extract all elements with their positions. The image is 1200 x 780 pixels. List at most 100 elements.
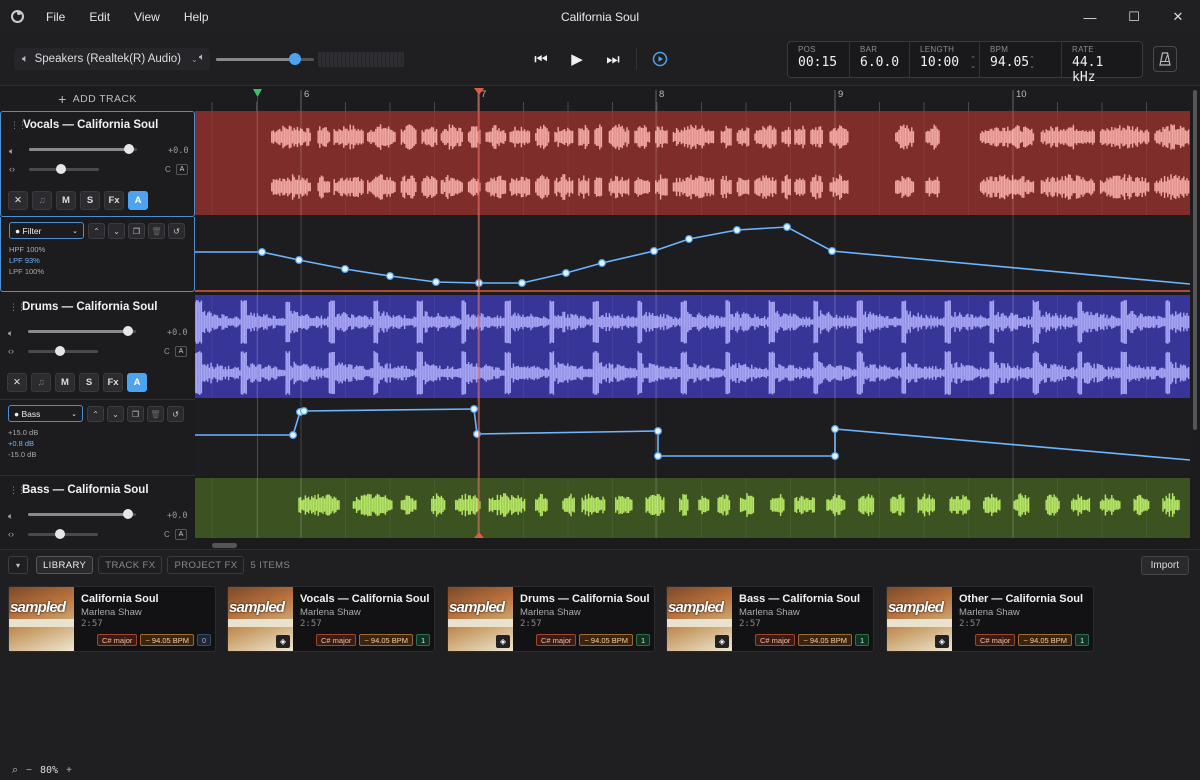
bpm-stepper[interactable]: ⌃ ⌄ bbox=[1029, 56, 1035, 70]
length-stepper[interactable]: ⌃ ⌄ bbox=[970, 56, 976, 70]
vertical-scrollbar-thumb[interactable] bbox=[1193, 90, 1197, 430]
automation-point[interactable] bbox=[432, 278, 441, 287]
automation-point[interactable] bbox=[827, 247, 836, 256]
menu-view[interactable]: View bbox=[122, 10, 172, 24]
bpm-value[interactable]: 94.05 bbox=[990, 55, 1051, 70]
metronome-button[interactable] bbox=[1153, 46, 1177, 72]
zoom-search-icon[interactable]: ⌕ bbox=[12, 764, 18, 777]
automation-point[interactable] bbox=[299, 407, 308, 416]
automation-lane-filter[interactable] bbox=[195, 215, 1190, 293]
track-header-drums[interactable]: ⋮⋮ Drums — California Soul 🔈︎ +0.0 ‹› C … bbox=[0, 294, 195, 400]
instrument-button[interactable]: ♫ bbox=[31, 373, 51, 392]
automation-point[interactable] bbox=[470, 405, 479, 414]
add-track-button[interactable]: + ADD TRACK bbox=[0, 86, 195, 112]
tab-library[interactable]: LIBRARY bbox=[36, 556, 94, 574]
pan-auto-badge[interactable]: A bbox=[176, 164, 188, 175]
library-item-card[interactable]: sampled California Soul Marlena Shaw 2:57 C#… bbox=[8, 586, 216, 652]
track-volume-slider[interactable] bbox=[28, 509, 136, 519]
library-item-card[interactable]: sampled ◈ Bass — California Soul Marlena Sh… bbox=[666, 586, 874, 652]
bpm-field[interactable]: BPM 94.05 ⌃ ⌄ bbox=[980, 42, 1062, 77]
output-device-select[interactable]: 🔈︎ Speakers (Realtek(R) Audio) ⌄ bbox=[14, 48, 210, 70]
track-pan-knob[interactable] bbox=[55, 164, 66, 174]
automation-point[interactable] bbox=[386, 272, 395, 281]
library-item-card[interactable]: sampled ◈ Other — California Soul Marlena S… bbox=[886, 586, 1094, 652]
menu-edit[interactable]: Edit bbox=[77, 10, 122, 24]
tab-track-fx[interactable]: TRACK FX bbox=[98, 556, 163, 574]
play-button[interactable]: ▶︎ bbox=[565, 44, 589, 74]
automation-point[interactable] bbox=[732, 226, 741, 235]
automation-param-select[interactable]: ● Bass ⌄ bbox=[8, 405, 83, 422]
chevron-down-icon[interactable]: ⌄ bbox=[108, 223, 125, 239]
chevron-up-icon[interactable]: ⌃ bbox=[88, 223, 105, 239]
track-pan-slider[interactable] bbox=[28, 529, 98, 539]
track-volume-knob[interactable] bbox=[123, 509, 134, 519]
import-button[interactable]: Import bbox=[1140, 556, 1189, 575]
zoom-out-button[interactable]: − bbox=[26, 765, 32, 776]
menu-help[interactable]: Help bbox=[172, 10, 221, 24]
close-button[interactable]: ✕ bbox=[1156, 0, 1200, 34]
maximize-button[interactable]: ☐ bbox=[1112, 0, 1156, 34]
length-field[interactable]: LENGTH 10:00 ⌃ ⌄ bbox=[910, 42, 980, 77]
automation-point[interactable] bbox=[518, 279, 527, 288]
reset-icon[interactable]: ↺ bbox=[168, 223, 185, 239]
instrument-button[interactable]: ♫ bbox=[32, 191, 52, 210]
timeline-canvas[interactable]: 6 7 8 9 10 bbox=[195, 86, 1190, 549]
clip-drums[interactable] bbox=[195, 295, 1190, 398]
master-volume-knob[interactable] bbox=[289, 53, 302, 65]
automation-point[interactable] bbox=[598, 259, 607, 268]
master-volume-slider[interactable] bbox=[216, 53, 314, 65]
timeline-ruler[interactable]: 6 7 8 9 10 bbox=[195, 86, 1190, 111]
track-volume-knob[interactable] bbox=[124, 144, 135, 154]
fx-button[interactable]: Fx bbox=[104, 191, 124, 210]
pan-auto-badge[interactable]: A bbox=[175, 346, 187, 357]
track-volume-slider[interactable] bbox=[29, 144, 137, 154]
automation-point[interactable] bbox=[341, 265, 350, 274]
remove-track-button[interactable]: ✕ bbox=[8, 191, 28, 210]
track-pan-slider[interactable] bbox=[29, 164, 99, 174]
skip-forward-button[interactable]: ⏭︎ bbox=[601, 44, 625, 74]
minimize-button[interactable]: — bbox=[1068, 0, 1112, 34]
chevron-up-icon[interactable]: ⌃ bbox=[87, 406, 104, 422]
automation-point[interactable] bbox=[288, 431, 297, 440]
solo-button[interactable]: S bbox=[79, 373, 99, 392]
automation-point[interactable] bbox=[257, 248, 266, 257]
track-volume-knob[interactable] bbox=[123, 326, 134, 336]
track-volume-slider[interactable] bbox=[28, 326, 136, 336]
zoom-in-button[interactable]: + bbox=[66, 765, 72, 776]
automation-button[interactable]: A bbox=[128, 191, 148, 210]
library-item-card[interactable]: sampled ◈ Vocals — California Soul Marlena … bbox=[227, 586, 435, 652]
vertical-scrollbar[interactable] bbox=[1190, 86, 1200, 549]
mute-button[interactable]: M bbox=[56, 191, 76, 210]
panel-collapse-button[interactable]: ▾ bbox=[8, 556, 28, 574]
automation-point[interactable] bbox=[562, 269, 571, 278]
automation-point[interactable] bbox=[685, 235, 694, 244]
library-item-card[interactable]: sampled ◈ Drums — California Soul Marlena S… bbox=[447, 586, 655, 652]
mute-button[interactable]: M bbox=[55, 373, 75, 392]
skip-back-button[interactable]: ⏮︎ bbox=[529, 44, 553, 74]
fx-button[interactable]: Fx bbox=[103, 373, 123, 392]
follow-playhead-button[interactable] bbox=[648, 44, 672, 74]
track-header-bass[interactable]: ⋮⋮ Bass — California Soul 🔈︎ +0.0 ‹› C A bbox=[0, 477, 195, 549]
delete-icon[interactable]: 🗑︎ bbox=[147, 406, 164, 422]
track-header-vocals[interactable]: ⋮⋮ Vocals — California Soul 🔈︎ +0.0 ‹› C… bbox=[0, 111, 195, 217]
solo-button[interactable]: S bbox=[80, 191, 100, 210]
menu-file[interactable]: File bbox=[34, 10, 77, 24]
horizontal-scrollbar-thumb[interactable] bbox=[212, 543, 237, 548]
track-pan-knob[interactable] bbox=[54, 529, 65, 539]
clip-bass[interactable] bbox=[195, 478, 1190, 538]
automation-param-select[interactable]: ● Filter ⌄ bbox=[9, 222, 84, 239]
copy-icon[interactable]: ❐ bbox=[127, 406, 144, 422]
delete-icon[interactable]: 🗑︎ bbox=[148, 223, 165, 239]
tab-project-fx[interactable]: PROJECT FX bbox=[167, 556, 245, 574]
automation-button[interactable]: A bbox=[127, 373, 147, 392]
track-pan-knob[interactable] bbox=[54, 346, 65, 356]
automation-lane-bass[interactable] bbox=[195, 398, 1190, 476]
track-pan-slider[interactable] bbox=[28, 346, 98, 356]
chevron-down-icon[interactable]: ⌄ bbox=[107, 406, 124, 422]
timeline-area[interactable]: 6 7 8 9 10 bbox=[195, 86, 1190, 549]
reset-icon[interactable]: ↺ bbox=[167, 406, 184, 422]
copy-icon[interactable]: ❐ bbox=[128, 223, 145, 239]
pan-auto-badge[interactable]: A bbox=[175, 529, 187, 540]
automation-point[interactable] bbox=[782, 223, 791, 232]
length-value[interactable]: 10:00 bbox=[920, 55, 969, 70]
